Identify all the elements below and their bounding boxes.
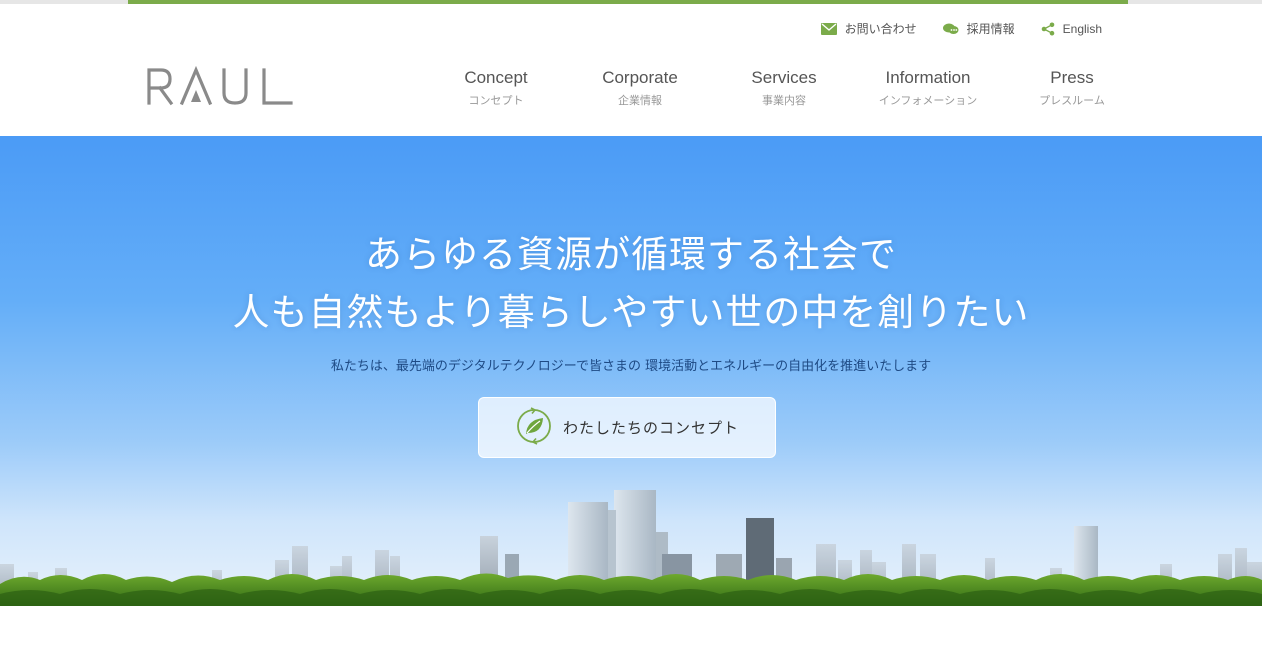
nav-corporate-en: Corporate — [602, 68, 678, 87]
recruit-link-label: 採用情報 — [966, 22, 1015, 36]
nav-information[interactable]: Information インフォメーション — [856, 66, 1000, 108]
nav-services[interactable]: Services 事業内容 — [712, 66, 856, 108]
nav-information-en: Information — [885, 68, 971, 87]
page-content-below-hero — [0, 606, 1262, 663]
hero-section: あらゆる資源が循環する社会で 人も自然もより暮らしやすい世の中を創りたい 私たち… — [0, 136, 1262, 606]
recycle-leaf-icon — [515, 406, 553, 449]
city-skyline-image — [0, 490, 1262, 606]
nav-concept-en: Concept — [464, 68, 528, 87]
english-link[interactable]: English — [1041, 22, 1102, 36]
contact-link-label: お問い合わせ — [844, 22, 917, 36]
nav-services-jp: 事業内容 — [762, 94, 806, 107]
chat-icon — [942, 22, 959, 36]
nav-concept-jp: コンセプト — [468, 94, 524, 107]
nav-press-en: Press — [1050, 68, 1094, 87]
nav-corporate-jp: 企業情報 — [618, 94, 662, 107]
raul-logo[interactable] — [146, 64, 296, 108]
concept-cta-label: わたしたちのコンセプト — [562, 419, 739, 437]
english-link-label: English — [1062, 21, 1102, 36]
nav-concept[interactable]: Concept コンセプト — [424, 66, 568, 108]
nav-corporate[interactable]: Corporate 企業情報 — [568, 66, 712, 108]
contact-link[interactable]: お問い合わせ — [820, 20, 917, 37]
nav-press-jp: プレスルーム — [1039, 94, 1105, 107]
utility-links: お問い合わせ 採用情報 English — [820, 20, 1102, 37]
main-nav: Concept コンセプト Corporate 企業情報 Services 事業… — [424, 66, 1144, 108]
top-accent-border — [128, 0, 1128, 4]
recruit-link[interactable]: 採用情報 — [942, 20, 1015, 37]
raul-logo-mark — [147, 65, 293, 106]
nav-press[interactable]: Press プレスルーム — [1000, 66, 1144, 108]
hero-subcopy: 私たちは、最先端のデジタルテクノロジーで皆さまの 環境活動とエネルギーの自由化を… — [330, 359, 932, 374]
concept-cta-button[interactable]: わたしたちのコンセプト — [478, 397, 776, 458]
hero-headline-line2: 人も自然もより暮らしやすい世の中を創りたい — [232, 291, 1030, 334]
nav-information-jp: インフォメーション — [878, 94, 978, 107]
mail-icon — [820, 22, 837, 35]
hero-headline-line1: あらゆる資源が循環する社会で — [365, 233, 897, 276]
nav-services-en: Services — [751, 68, 817, 87]
share-icon — [1041, 22, 1055, 36]
